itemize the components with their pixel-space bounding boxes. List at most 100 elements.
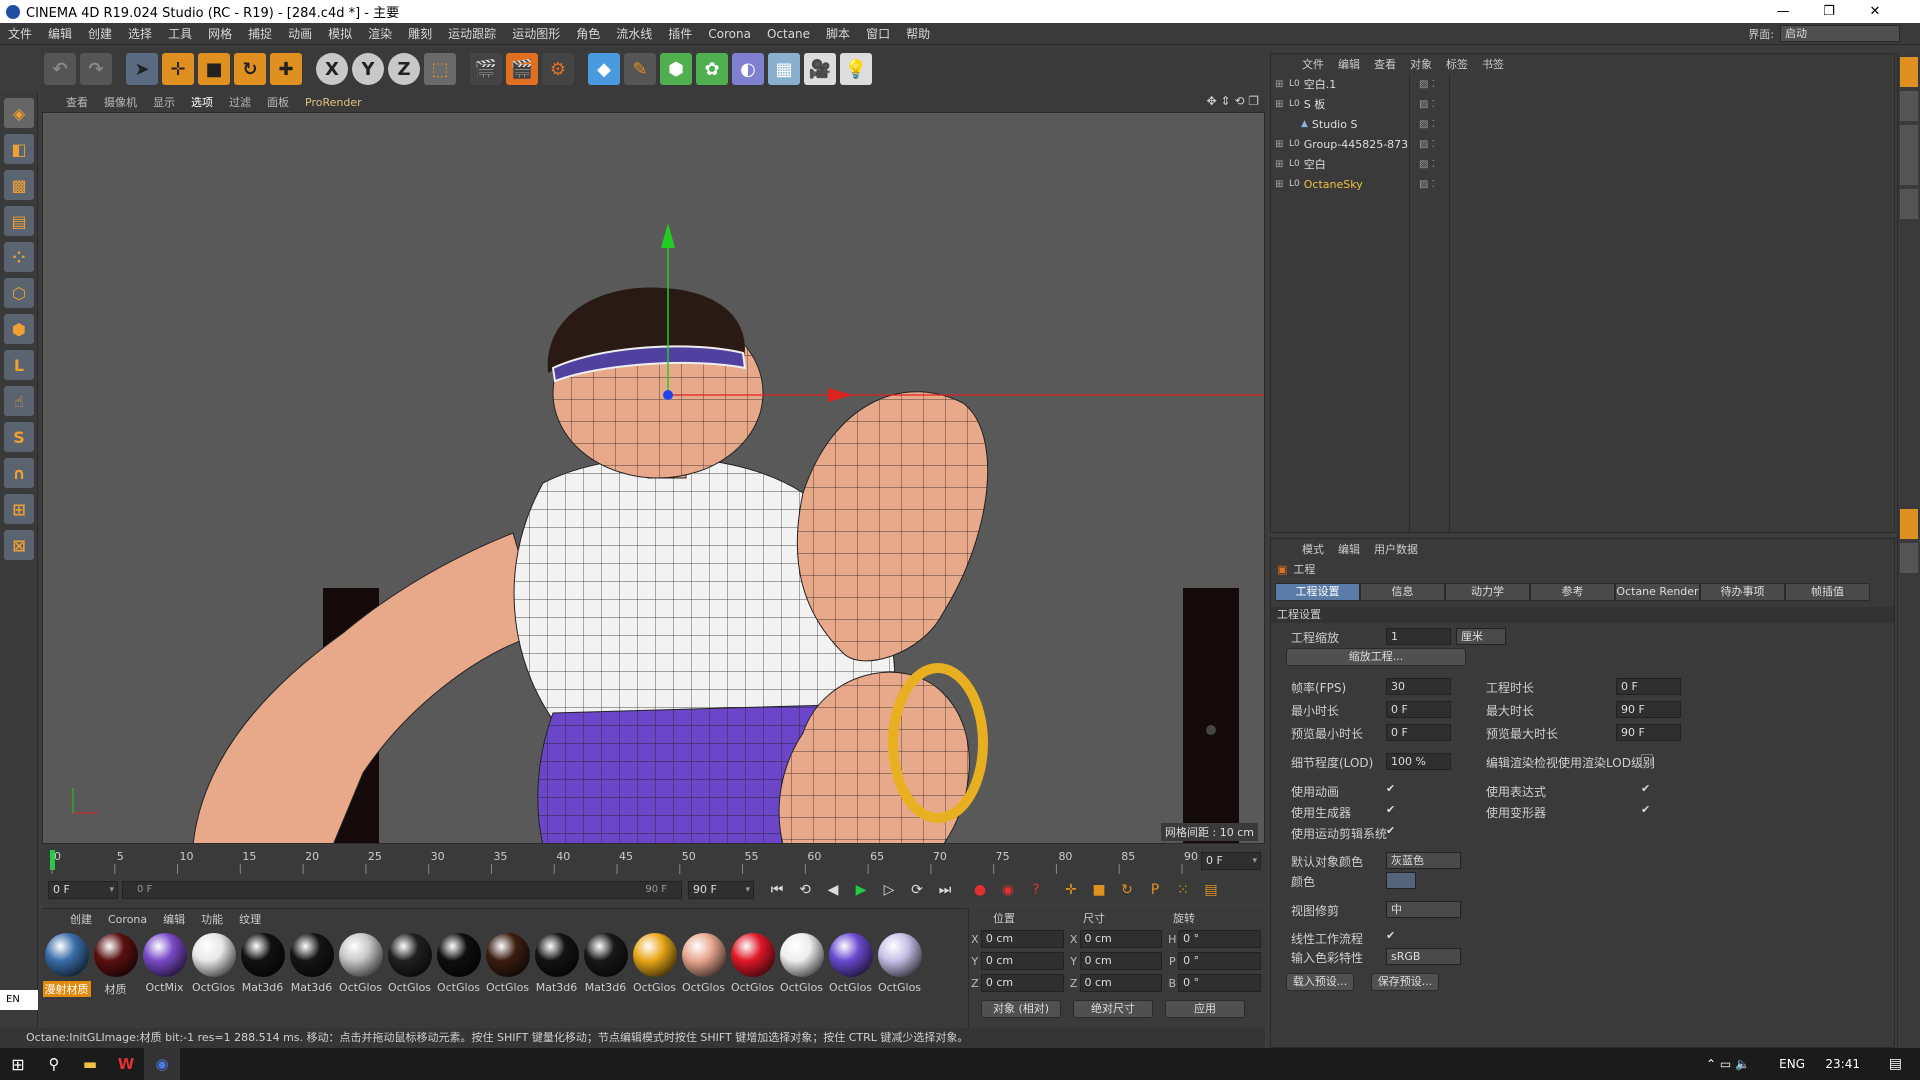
coord-size-field[interactable]: 0 cm — [1079, 930, 1163, 948]
apply-button[interactable]: 应用 — [1165, 1000, 1245, 1018]
material-item[interactable]: OctGlos — [385, 933, 434, 997]
object-name[interactable]: OctaneSky — [1304, 178, 1363, 191]
coord-size-field[interactable]: 0 cm — [1079, 952, 1163, 970]
material-item[interactable]: OctGlos — [630, 933, 679, 997]
expand-icon[interactable]: ⊞ — [1275, 79, 1289, 90]
material-item[interactable]: 漫射材质 — [42, 933, 91, 997]
pen-icon[interactable]: ✎ — [624, 53, 656, 85]
axis-mode-icon[interactable]: L — [4, 350, 34, 380]
coord-rotation-field[interactable]: 0 ° — [1178, 930, 1262, 948]
record-icon[interactable]: ● — [969, 879, 991, 901]
menu-mograph[interactable]: 运动图形 — [504, 25, 568, 42]
expand-icon[interactable]: ⊞ — [1275, 139, 1289, 150]
search-icon[interactable]: ⚲ — [36, 1055, 72, 1073]
prev-frame-icon[interactable]: ◀ — [822, 879, 844, 901]
default-color-select[interactable]: 灰蓝色 — [1386, 852, 1461, 869]
viewport-menu-options[interactable]: 选项 — [183, 94, 221, 110]
obj-menu-edit[interactable]: 编辑 — [1331, 56, 1367, 72]
mat-menu-edit[interactable]: 编辑 — [155, 911, 193, 927]
object-row[interactable]: ▲ Studio S ▨ ⁚ — [1271, 114, 1894, 134]
mat-menu-function[interactable]: 功能 — [193, 911, 231, 927]
coord-size-field[interactable]: 0 cm — [1079, 974, 1163, 992]
menu-sculpt[interactable]: 雕刻 — [400, 25, 440, 42]
file-explorer-icon[interactable]: ▬ — [72, 1055, 108, 1073]
viewport-nav-icons[interactable]: ✥ ⇕ ⟲ ❐ — [1207, 94, 1259, 108]
scale-icon[interactable]: ■ — [198, 53, 230, 85]
menu-character[interactable]: 角色 — [568, 25, 608, 42]
windows-start-icon[interactable]: ⊞ — [0, 1055, 36, 1074]
deformer-icon[interactable]: ◐ — [732, 53, 764, 85]
camera-icon[interactable]: 🎥 — [804, 53, 836, 85]
menu-render[interactable]: 渲染 — [360, 25, 400, 42]
menu-file[interactable]: 文件 — [0, 25, 40, 42]
material-item[interactable]: Mat3d6 — [581, 933, 630, 997]
menu-select[interactable]: 选择 — [120, 25, 160, 42]
prev-key-icon[interactable]: ⟲ — [794, 879, 816, 901]
coord-size-mode-select[interactable]: 绝对尺寸 — [1073, 1000, 1153, 1018]
side-tab-structure[interactable] — [1900, 189, 1918, 219]
goto-start-icon[interactable]: ⏮ — [766, 879, 788, 901]
y-axis-icon[interactable]: Y — [352, 53, 384, 85]
object-row[interactable]: ⊞ L0 OctaneSky ▨ ⁚ — [1271, 174, 1894, 194]
coord-position-field[interactable]: 0 cm — [980, 974, 1064, 992]
workplane-icon[interactable]: ▤ — [4, 206, 34, 236]
scale-field[interactable]: 1 — [1386, 628, 1451, 645]
coord-position-field[interactable]: 0 cm — [980, 930, 1064, 948]
menu-tools[interactable]: 工具 — [160, 25, 200, 42]
object-name[interactable]: Studio S — [1312, 118, 1358, 131]
attr-menu-userdata[interactable]: 用户数据 — [1367, 541, 1425, 557]
obj-menu-tags[interactable]: 标签 — [1439, 56, 1475, 72]
render-view-icon[interactable]: 🎬 — [470, 53, 502, 85]
select-arrow-icon[interactable]: ➤ — [126, 53, 158, 85]
obj-menu-file[interactable]: 文件 — [1295, 56, 1331, 72]
x-axis-icon[interactable]: X — [316, 53, 348, 85]
timeline-ruler[interactable]: 0 5 10 15 20 25 30 35 40 45 50 55 60 65 70 75 80 85 90 — [42, 846, 1265, 876]
material-item[interactable]: OctGlos — [434, 933, 483, 997]
menu-octane[interactable]: Octane — [759, 27, 818, 41]
material-item[interactable]: 材质 — [91, 933, 140, 997]
end-frame-field[interactable]: 90 F — [688, 881, 754, 899]
planar-workplane-icon[interactable]: ⊠ — [4, 530, 34, 560]
attr-menu-edit[interactable]: 编辑 — [1331, 541, 1367, 557]
material-item[interactable]: OctGlos — [777, 933, 826, 997]
material-item[interactable]: OctGlos — [483, 933, 532, 997]
z-axis-icon[interactable]: Z — [388, 53, 420, 85]
tweak-mode-icon[interactable]: ☝ — [4, 386, 34, 416]
menu-window[interactable]: 窗口 — [858, 25, 898, 42]
material-item[interactable]: OctGlos — [826, 933, 875, 997]
menu-animate[interactable]: 动画 — [280, 25, 320, 42]
move-icon[interactable]: ✛ — [162, 53, 194, 85]
coordinate-system-icon[interactable]: ⬚ — [424, 53, 456, 85]
project-length-field[interactable]: 0 F — [1616, 678, 1681, 695]
material-item[interactable]: OctGlos — [728, 933, 777, 997]
lock-workplane-icon[interactable]: ⊞ — [4, 494, 34, 524]
cinema4d-taskbar-icon[interactable]: ◉ — [144, 1048, 180, 1080]
material-item[interactable]: Mat3d6 — [238, 933, 287, 997]
start-frame-field[interactable]: 0 F — [48, 881, 118, 899]
transform-icon[interactable]: ✚ — [270, 53, 302, 85]
object-row[interactable]: ⊞ L0 S 板 ▨ ⁚ — [1271, 94, 1894, 114]
visibility-icon[interactable]: ▨ ⁚ — [1419, 79, 1435, 90]
viewport-menu-panel[interactable]: 面板 — [259, 94, 297, 110]
mat-menu-create[interactable]: 创建 — [62, 911, 100, 927]
load-preset-button[interactable]: 载入预设... — [1286, 973, 1354, 991]
menu-plugins[interactable]: 插件 — [660, 25, 700, 42]
object-name[interactable]: S 板 — [1304, 96, 1325, 112]
tab-octane-render[interactable]: Octane Render — [1615, 583, 1700, 601]
layout-select[interactable]: 启动 — [1780, 25, 1900, 42]
menu-corona[interactable]: Corona — [700, 27, 759, 41]
input-color-select[interactable]: sRGB — [1386, 948, 1461, 965]
use-motion-checkbox[interactable]: ✔ — [1386, 825, 1398, 837]
color-swatch[interactable] — [1386, 872, 1416, 889]
menu-mesh[interactable]: 网格 — [200, 25, 240, 42]
tab-frame-interpolation[interactable]: 帧插值 — [1785, 583, 1870, 601]
viewport-menu-display[interactable]: 显示 — [145, 94, 183, 110]
menu-create[interactable]: 创建 — [80, 25, 120, 42]
solo-icon[interactable]: S — [4, 422, 34, 452]
render-picture-viewer-icon[interactable]: 🎬 — [506, 53, 538, 85]
material-item[interactable]: OctMix — [140, 933, 189, 997]
expand-icon[interactable]: ⊞ — [1275, 99, 1289, 110]
polygons-mode-icon[interactable]: ⬢ — [4, 314, 34, 344]
model-mode-icon[interactable]: ◧ — [4, 134, 34, 164]
object-name[interactable]: 空白.1 — [1304, 76, 1337, 92]
